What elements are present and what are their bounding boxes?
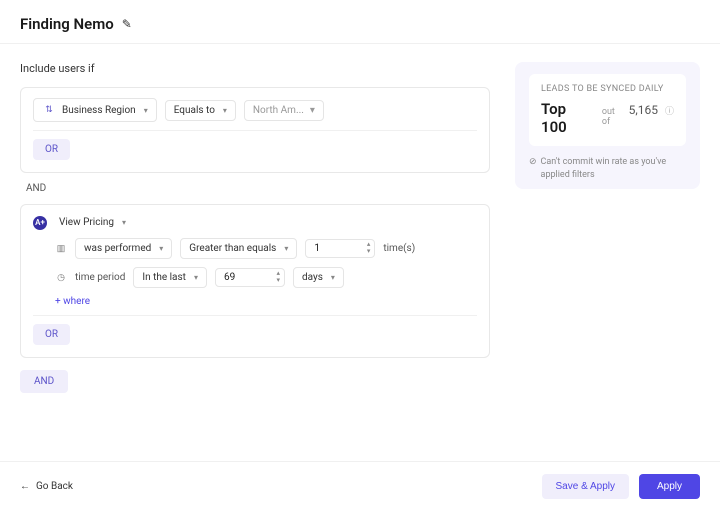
chevron-down-icon: ▾ <box>331 273 335 282</box>
operator-label: Equals to <box>174 105 215 116</box>
summary-card: LEADS TO BE SYNCED DAILY Top 100 out of … <box>529 74 686 146</box>
footer: ← Go Back Save & Apply Apply <box>0 461 720 511</box>
and-connector: AND <box>26 183 490 194</box>
page-title: Finding Nemo <box>20 15 114 33</box>
warning-icon: ⊘ <box>529 156 537 181</box>
summary-panel: LEADS TO BE SYNCED DAILY Top 100 out of … <box>515 62 700 189</box>
comparator-select[interactable]: Greater than equals ▾ <box>180 238 297 259</box>
panel-total: 5,165 <box>629 103 658 117</box>
range-select[interactable]: In the last ▾ <box>133 267 207 288</box>
unit-select[interactable]: days ▾ <box>293 267 344 288</box>
clock-icon: ◷ <box>55 272 67 284</box>
duration-value: 69 <box>224 272 235 283</box>
go-back-button[interactable]: ← Go Back <box>20 481 73 492</box>
event-select-view-pricing[interactable]: View Pricing ▾ <box>55 215 130 230</box>
or-button[interactable]: OR <box>33 139 70 160</box>
field-select-business-region[interactable]: ⇅ Business Region ▾ <box>33 98 157 122</box>
panel-outof: out of <box>602 107 625 127</box>
panel-big-value: Top 100 <box>541 100 594 136</box>
count-value: 1 <box>314 243 320 254</box>
time-period-label: time period <box>75 272 125 283</box>
arrow-left-icon: ← <box>20 481 30 492</box>
header: Finding Nemo ✎ <box>0 0 720 44</box>
and-button[interactable]: AND <box>20 370 68 393</box>
chevron-down-icon: ▾ <box>284 244 288 253</box>
chevron-down-icon: ▾ <box>122 218 126 227</box>
unit-label: days <box>302 272 323 283</box>
chevron-down-icon: ▾ <box>310 105 315 116</box>
count-input[interactable]: 1 ▴▾ <box>305 239 375 258</box>
times-label: time(s) <box>383 243 415 254</box>
range-label: In the last <box>142 272 186 283</box>
divider <box>33 315 477 316</box>
apply-button[interactable]: Apply <box>639 474 700 499</box>
chevron-down-icon: ▾ <box>223 106 227 115</box>
operator-select-equals[interactable]: Equals to ▾ <box>165 100 236 121</box>
chevron-down-icon: ▾ <box>194 273 198 282</box>
bar-chart-icon: ▥ <box>55 243 67 255</box>
note-text: Can't commit win rate as you've applied … <box>541 156 686 181</box>
back-label: Go Back <box>36 481 73 492</box>
or-button[interactable]: OR <box>33 324 70 345</box>
rule-group-1: ⇅ Business Region ▾ Equals to ▾ North Am… <box>20 87 490 173</box>
add-where-button[interactable]: + where <box>55 296 477 307</box>
performed-label: was performed <box>84 243 151 254</box>
field-label: Business Region <box>62 105 136 116</box>
comparator-label: Greater than equals <box>189 243 276 254</box>
event-icon: A+ <box>33 216 47 230</box>
chevron-down-icon: ▾ <box>159 244 163 253</box>
duration-input[interactable]: 69 ▴▾ <box>215 268 285 287</box>
divider <box>33 130 477 131</box>
section-label: Include users if <box>20 62 490 75</box>
performed-select[interactable]: was performed ▾ <box>75 238 172 259</box>
rule-group-2: A+ View Pricing ▾ ▥ was performed ▾ <box>20 204 490 358</box>
save-apply-button[interactable]: Save & Apply <box>542 474 629 499</box>
chevron-down-icon: ▾ <box>144 106 148 115</box>
value-text: North Am... <box>253 105 304 116</box>
panel-note: ⊘ Can't commit win rate as you've applie… <box>529 156 686 181</box>
edit-title-icon[interactable]: ✎ <box>122 17 132 31</box>
info-icon[interactable]: ⓘ <box>665 104 674 117</box>
value-chip-northam[interactable]: North Am... ▾ <box>244 100 324 121</box>
stepper-icon[interactable]: ▴▾ <box>276 270 280 284</box>
filter-icon: ⇅ <box>42 103 56 117</box>
stepper-icon[interactable]: ▴▾ <box>367 241 371 255</box>
event-label: View Pricing <box>59 217 114 228</box>
panel-label: LEADS TO BE SYNCED DAILY <box>541 84 674 94</box>
